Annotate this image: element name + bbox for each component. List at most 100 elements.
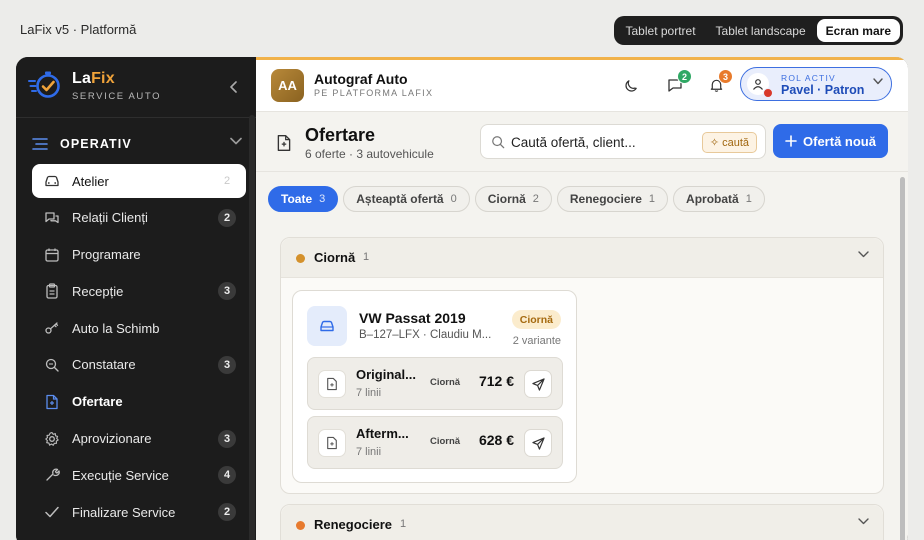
send-icon <box>531 377 545 391</box>
tab-asteapta-oferta[interactable]: Așteaptă ofertă 0 <box>343 186 470 212</box>
sidebar-item-receptie[interactable]: Recepție 3 <box>32 274 246 308</box>
offer-variant-row[interactable]: Afterm... 7 linii Ciornă 628 € <box>307 416 563 469</box>
role-label: ROL ACTIV <box>781 73 836 83</box>
tab-count: 1 <box>648 193 656 205</box>
group-header[interactable]: Ciornă 1 <box>281 238 883 278</box>
section-label: OPERATIV <box>60 137 132 151</box>
document-icon <box>318 370 346 398</box>
view-option-tablet-portrait[interactable]: Tablet portret <box>617 19 705 42</box>
sidebar-item-badge: 2 <box>223 175 231 187</box>
vehicle-offer-card[interactable]: VW Passat 2019 B–127–LFX · Claudiu M... … <box>292 290 577 483</box>
plus-icon <box>785 135 797 147</box>
sidebar-item-atelier[interactable]: Atelier 2 <box>32 164 246 198</box>
group-label: Renegociere <box>314 517 393 532</box>
status-dot <box>296 521 305 530</box>
sidebar-item-relatii-clienti[interactable]: Relații Clienți 2 <box>32 201 246 235</box>
section-operativ[interactable]: OPERATIV <box>32 133 242 155</box>
brand-subtitle: SERVICE AUTO <box>72 91 162 102</box>
status-badge: Ciornă <box>511 310 561 329</box>
search-input[interactable] <box>511 132 691 152</box>
moon-icon <box>624 79 637 92</box>
sidebar-item-badge: 2 <box>218 503 236 522</box>
gear-icon <box>44 431 60 447</box>
messages-badge: 2 <box>677 69 692 84</box>
send-offer-button[interactable] <box>524 429 552 457</box>
chevron-down-icon <box>873 78 883 85</box>
company-name: Autograf Auto <box>314 71 408 87</box>
sidebar-item-label: Aprovizionare <box>72 431 152 447</box>
role-name: Pavel · Patron <box>781 83 865 97</box>
sidebar-item-aprovizionare[interactable]: Aprovizionare 3 <box>32 422 246 456</box>
tab-toate[interactable]: Toate 3 <box>268 186 339 212</box>
variant-status: Ciornă <box>430 377 461 388</box>
group-label: Ciornă <box>314 250 356 265</box>
sidebar-item-executie-service[interactable]: Execuție Service 4 <box>32 458 246 492</box>
chevron-down-icon <box>858 251 869 258</box>
car-icon <box>307 306 347 346</box>
document-icon <box>318 429 346 457</box>
theme-toggle-button[interactable] <box>618 72 644 98</box>
role-switcher[interactable]: ROL ACTIV Pavel · Patron <box>740 67 892 101</box>
car-icon <box>44 173 60 189</box>
tab-label: Așteaptă ofertă <box>356 192 444 206</box>
tab-label: Renegociere <box>569 192 642 206</box>
chevron-left-icon <box>230 81 237 93</box>
variant-name: Original... <box>356 367 416 382</box>
sidebar-item-badge: 3 <box>218 282 236 301</box>
sidebar-item-badge: 3 <box>218 355 236 374</box>
tab-label: Toate <box>281 192 313 206</box>
view-option-large-screen[interactable]: Ecran mare <box>816 19 900 42</box>
sidebar-item-ofertare[interactable]: Ofertare <box>32 385 246 419</box>
chevron-down-icon <box>858 518 869 525</box>
offer-variant-row[interactable]: Original... 7 linii Ciornă 712 € <box>307 357 563 410</box>
tab-renegociere[interactable]: Renegociere 1 <box>556 186 669 212</box>
brand: LaFix SERVICE AUTO <box>28 69 244 105</box>
tab-ciorna[interactable]: Ciornă 2 <box>474 186 552 212</box>
send-offer-button[interactable] <box>524 370 552 398</box>
variant-lines: 7 linii <box>356 446 382 458</box>
sidebar-item-constatare[interactable]: Constatare 3 <box>32 348 246 382</box>
sidebar: LaFix SERVICE AUTO OPERATIV Atelier 2 Re… <box>16 57 256 540</box>
sidebar-item-auto-la-schimb[interactable]: Auto la Schimb <box>32 311 246 345</box>
sidebar-divider <box>16 117 256 118</box>
search-icon <box>44 357 60 373</box>
tab-count: 0 <box>450 193 457 205</box>
document-icon <box>44 394 60 410</box>
search-button[interactable]: ✧ caută <box>701 132 757 153</box>
sidebar-item-badge: 2 <box>218 208 236 227</box>
notifications-button[interactable]: 3 <box>703 69 733 98</box>
calendar-icon <box>44 247 60 263</box>
page-subtitle: 6 oferte · 3 autovehicule <box>305 147 434 161</box>
sparkle-icon: ✧ <box>709 137 720 149</box>
page-title: Ofertare <box>305 125 376 145</box>
clipboard-icon <box>44 283 60 300</box>
variant-name: Afterm... <box>356 426 409 441</box>
company-avatar: AA <box>271 69 304 102</box>
tab-aprobata[interactable]: Aprobată 1 <box>673 186 765 212</box>
view-option-tablet-landscape[interactable]: Tablet landscape <box>707 19 815 42</box>
wrench-icon <box>44 467 60 483</box>
variant-status: Ciornă <box>430 436 461 447</box>
collapse-sidebar-button[interactable] <box>224 77 244 97</box>
variant-lines: 7 linii <box>356 387 382 399</box>
top-bar: LaFix v5 · Platformă Tablet portret Tabl… <box>0 0 924 58</box>
main-scrollbar[interactable] <box>900 177 905 540</box>
group-header[interactable]: Renegociere 1 <box>281 505 883 540</box>
tab-count: 3 <box>319 193 326 205</box>
new-offer-button[interactable]: Ofertă nouă <box>773 124 888 158</box>
sidebar-item-label: Ofertare <box>72 394 123 410</box>
group-count: 1 <box>363 251 370 263</box>
sidebar-item-label: Finalizare Service <box>72 504 176 520</box>
vehicle-subtitle: B–127–LFX · Claudiu M... <box>359 329 492 341</box>
sidebar-item-badge: 3 <box>218 429 236 448</box>
sidebar-item-programare[interactable]: Programare <box>32 238 246 272</box>
sidebar-item-finalizare-service[interactable]: Finalizare Service 2 <box>32 495 246 529</box>
filter-tabs: Toate 3 Așteaptă ofertă 0 Ciornă 2 Renegoci… <box>268 186 765 212</box>
tab-count: 1 <box>745 193 752 205</box>
group-count: 1 <box>400 518 407 530</box>
messages-button[interactable]: 2 <box>662 69 692 98</box>
company-subtitle: PE PLATFORMA LAFIX <box>314 88 434 98</box>
sidebar-scrollbar[interactable] <box>249 115 255 540</box>
group-ciorna: Ciornă 1 VW Passat 2019 B–127–LFX · Clau… <box>280 237 884 494</box>
tab-label: Ciornă <box>487 192 526 206</box>
